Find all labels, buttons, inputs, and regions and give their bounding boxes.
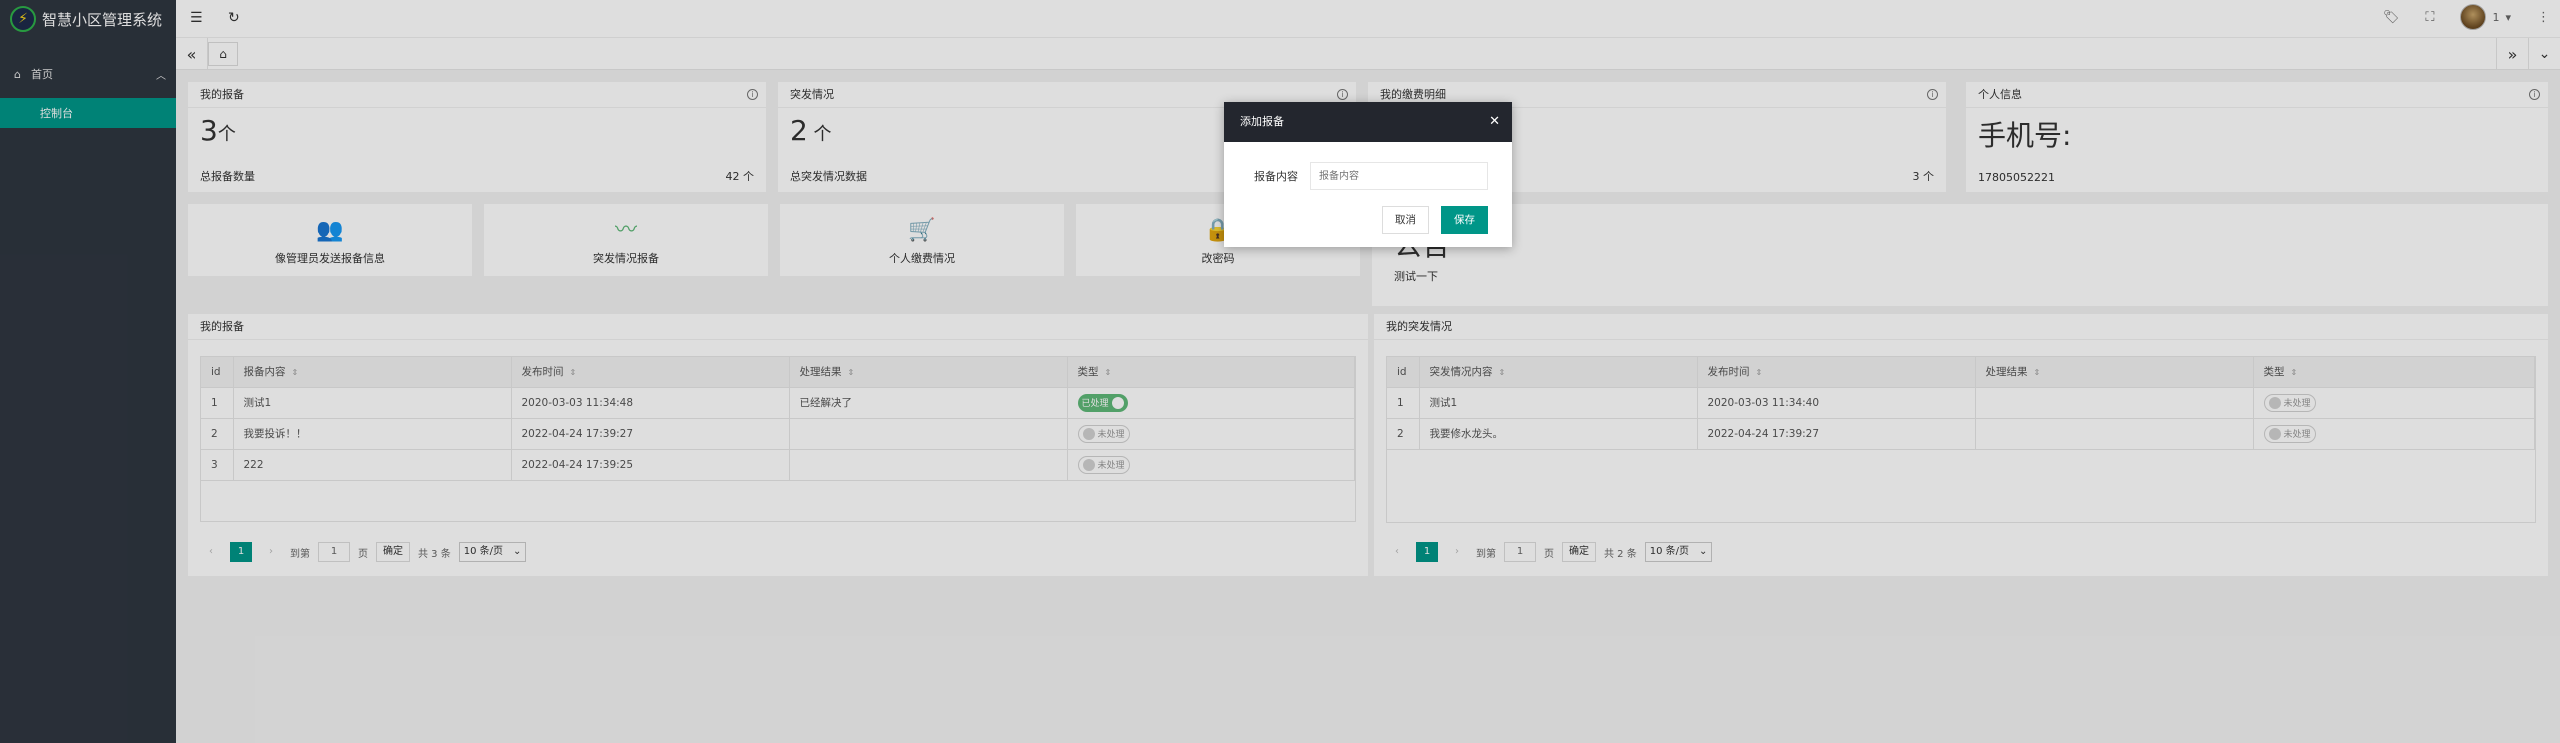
add-report-dialog: 添加报备 ✕ 报备内容 取消 保存 bbox=[1224, 102, 1512, 247]
close-icon[interactable]: ✕ bbox=[1489, 102, 1500, 142]
dialog-title: 添加报备 bbox=[1240, 115, 1284, 128]
field-label: 报备内容 bbox=[1254, 170, 1298, 183]
cancel-button[interactable]: 取消 bbox=[1382, 206, 1429, 234]
save-button[interactable]: 保存 bbox=[1441, 206, 1488, 234]
report-content-input[interactable] bbox=[1310, 162, 1488, 190]
